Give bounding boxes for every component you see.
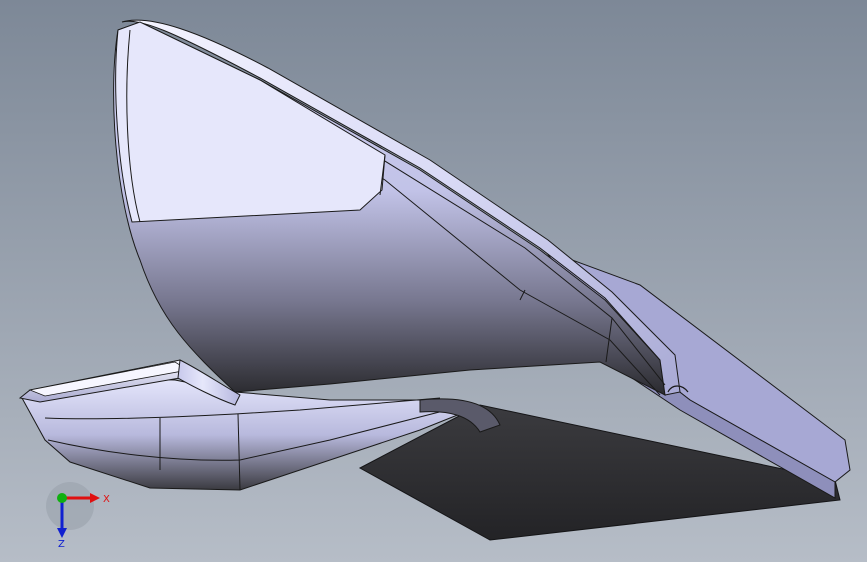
triad-z-label: Z xyxy=(58,539,65,548)
triad-x-arrowhead xyxy=(90,493,100,503)
triad-origin-shadow xyxy=(46,482,94,530)
triad-z-arrowhead xyxy=(57,528,67,538)
graphics-viewport[interactable]: X Z xyxy=(0,0,867,562)
coordinate-triad: X Z xyxy=(46,482,110,548)
triad-y-axis-dot xyxy=(57,493,67,503)
model-view[interactable] xyxy=(0,0,867,562)
triad-x-label: X xyxy=(103,494,110,505)
